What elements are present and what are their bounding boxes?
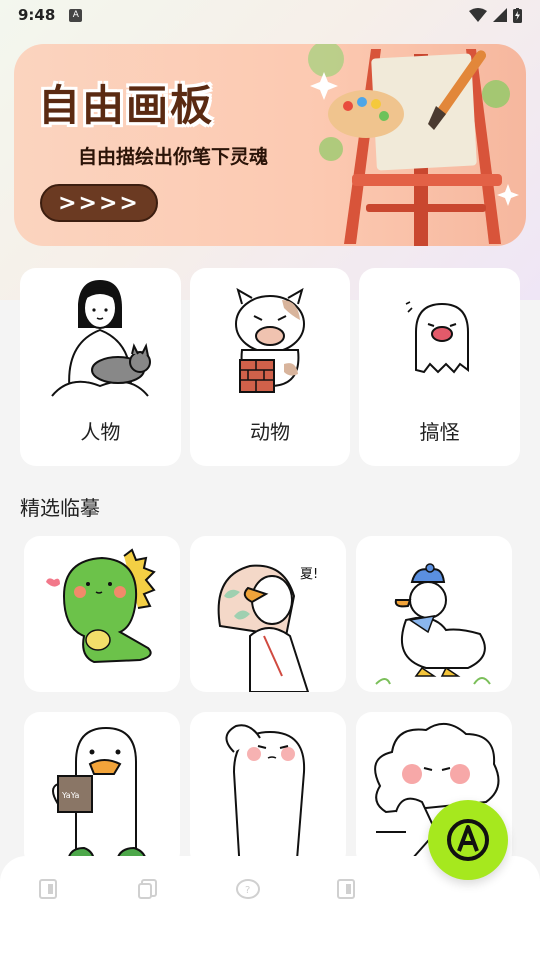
status-time: 9:48: [18, 6, 56, 24]
notification-icon: A: [69, 8, 83, 22]
wifi-icon: [469, 8, 487, 22]
category-card-animals[interactable]: 动物: [189, 268, 351, 466]
pen-circle-icon: [447, 819, 489, 861]
battery-icon: [513, 7, 522, 23]
saluting-character-icon: [225, 724, 306, 868]
category-label: 动物: [250, 420, 290, 444]
draw-fab-button[interactable]: [428, 800, 508, 880]
easel-illustration: [308, 44, 519, 246]
ghost-icon: [405, 301, 469, 374]
home-icon[interactable]: [38, 878, 60, 900]
duck-holding-cup-icon: YaYa: [52, 726, 148, 868]
green-dinosaur-icon: [46, 548, 156, 664]
banner-start-button[interactable]: >>>>: [40, 184, 158, 222]
category-card-people[interactable]: 人物: [20, 268, 181, 466]
profile-icon[interactable]: [336, 878, 358, 900]
featured-item-salute[interactable]: [190, 712, 346, 868]
featured-item-duck-scarf[interactable]: 夏!: [190, 536, 346, 692]
status-icons: [469, 7, 522, 23]
banner-subtitle: 自由描绘出你笔下灵魂: [78, 146, 269, 168]
copy-icon[interactable]: [137, 878, 159, 900]
duck-with-blue-hat-icon: [375, 563, 491, 685]
featured-section-title: 精选临摹: [20, 496, 100, 520]
featured-item-duck-hat[interactable]: [356, 536, 512, 692]
signal-icon: [493, 8, 507, 22]
category-label: 人物: [80, 420, 121, 444]
girl-with-cat-icon: [51, 280, 152, 397]
cow-on-bricks-icon: [235, 287, 305, 393]
free-drawing-banner[interactable]: 自由画板 自由描绘出你笔下灵魂 >>>>: [14, 44, 526, 246]
palette-icon[interactable]: ?: [236, 878, 260, 900]
duck-with-scarf-icon: 夏!: [217, 564, 318, 692]
cup-label: YaYa: [61, 791, 79, 800]
featured-item-duck-cup[interactable]: YaYa: [24, 712, 180, 868]
featured-item-dinosaur[interactable]: [24, 536, 180, 692]
category-label: 搞怪: [419, 420, 460, 444]
category-card-funny[interactable]: 搞怪: [359, 268, 521, 466]
svg-text:夏!: 夏!: [300, 567, 318, 582]
category-list: 人物 动物 搞怪: [20, 268, 521, 466]
svg-text:?: ?: [245, 885, 250, 896]
banner-title: 自由画板: [38, 81, 215, 130]
status-bar: 9:48 A: [0, 0, 540, 30]
